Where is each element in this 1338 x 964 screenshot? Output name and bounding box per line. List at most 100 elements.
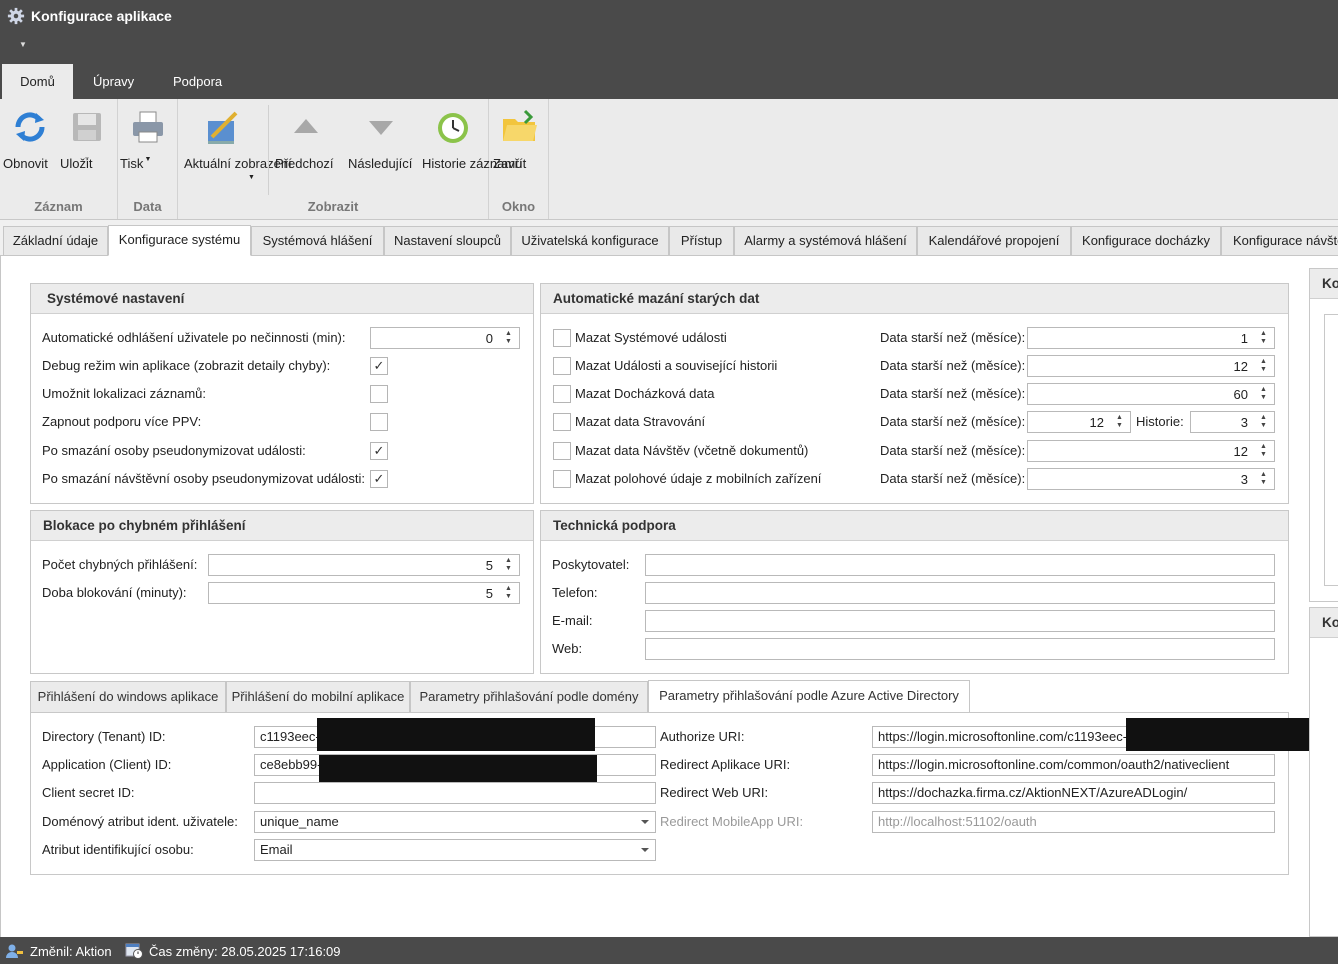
debug-mode-checkbox[interactable]: ✓ bbox=[370, 357, 388, 375]
person-attribute-label: Atribut identifikující osobu: bbox=[42, 842, 194, 857]
older-than-spinner[interactable]: 12 ▲ ▼ bbox=[1027, 440, 1275, 462]
ribbon-tab-edit[interactable]: Úpravy bbox=[77, 64, 150, 99]
close-button[interactable]: Zavřít bbox=[493, 103, 545, 171]
older-than-spinner[interactable]: 12 ▲ ▼ bbox=[1027, 355, 1275, 377]
system-settings-title: Systémové nastavení bbox=[31, 284, 533, 314]
phone-input[interactable] bbox=[645, 582, 1275, 604]
debug-mode-label: Debug režim win aplikace (zobrazit detai… bbox=[42, 358, 331, 373]
save-icon bbox=[73, 113, 101, 141]
chevron-down-icon[interactable] bbox=[641, 848, 649, 852]
older-than-spinner[interactable]: 60 ▲ ▼ bbox=[1027, 383, 1275, 405]
domain-attribute-select[interactable]: unique_name bbox=[254, 811, 656, 833]
tab-basic-data[interactable]: Základní údaje bbox=[3, 226, 108, 256]
history-button[interactable]: Historie záznamu bbox=[422, 103, 522, 171]
title-bar: Konfigurace aplikace ▼ bbox=[0, 0, 1338, 64]
view-edit-icon bbox=[208, 111, 238, 144]
spinner-arrows-icon[interactable]: ▲ ▼ bbox=[1260, 330, 1268, 346]
tab-column-settings[interactable]: Nastavení sloupců bbox=[384, 226, 511, 256]
previous-button[interactable]: Předchozí bbox=[275, 103, 337, 171]
changed-at-text: Čas změny: 28.05.2025 17:16:09 bbox=[149, 944, 341, 959]
older-than-label: Data starší než (měsíce): bbox=[880, 471, 1026, 486]
older-than-spinner[interactable]: 3 ▲ ▼ bbox=[1027, 468, 1275, 490]
client-secret-input[interactable] bbox=[254, 782, 656, 804]
person-attribute-select[interactable]: Email bbox=[254, 839, 656, 861]
older-than-value: 12 bbox=[1233, 359, 1248, 374]
pseudonymize-person-checkbox[interactable]: ✓ bbox=[370, 442, 388, 460]
multi-ppv-label: Zapnout podporu více PPV: bbox=[42, 414, 202, 429]
domain-attribute-label: Doménový atribut ident. uživatele: bbox=[42, 814, 238, 829]
tab-system-messages[interactable]: Systémová hlášení bbox=[251, 226, 384, 256]
older-than-label: Data starší než (měsíce): bbox=[880, 443, 1026, 458]
phone-label: Telefon: bbox=[552, 585, 598, 600]
chevron-down-icon[interactable] bbox=[641, 820, 649, 824]
localization-checkbox[interactable] bbox=[370, 385, 388, 403]
auto-delete-label: Mazat data Návštěv (včetně dokumentů) bbox=[575, 443, 809, 458]
ribbon-group-window: Zavřít Okno bbox=[489, 99, 549, 219]
tab-mobile-login[interactable]: Přihlášení do mobilní aplikace bbox=[226, 681, 410, 713]
spinner-arrows-icon[interactable]: ▲ ▼ bbox=[505, 557, 513, 573]
spinner-arrows-icon[interactable]: ▲ ▼ bbox=[1260, 443, 1268, 459]
spinner-arrows-icon[interactable]: ▲ ▼ bbox=[505, 330, 513, 346]
quick-access-dropdown[interactable]: ▼ bbox=[19, 40, 27, 49]
older-than-value: 60 bbox=[1233, 387, 1248, 402]
save-button[interactable]: Uložit ▼ bbox=[60, 103, 114, 171]
ribbon-separator bbox=[268, 105, 269, 195]
ribbon-tab-home[interactable]: Domů bbox=[2, 64, 73, 99]
redaction-bar bbox=[317, 718, 595, 751]
auto-delete-checkbox[interactable] bbox=[553, 385, 571, 403]
right-panel-top-title: Ko bbox=[1310, 269, 1338, 299]
window-title: Konfigurace aplikace bbox=[31, 8, 172, 24]
client-secret-label: Client secret ID: bbox=[42, 785, 135, 800]
pseudonymize-visitor-label: Po smazání návštěvní osoby pseudonymizov… bbox=[42, 471, 366, 486]
auto-delete-checkbox[interactable] bbox=[553, 470, 571, 488]
spinner-arrows-icon[interactable]: ▲ ▼ bbox=[1260, 414, 1268, 430]
auto-delete-checkbox[interactable] bbox=[553, 357, 571, 375]
tab-windows-login[interactable]: Přihlášení do windows aplikace bbox=[30, 681, 226, 713]
failed-attempts-spinner[interactable]: 5 ▲ ▼ bbox=[208, 554, 520, 576]
tab-visit-config[interactable]: Konfigurace návště bbox=[1221, 226, 1338, 256]
spinner-arrows-icon[interactable]: ▲ ▼ bbox=[505, 585, 513, 601]
auto-logout-spinner[interactable]: 0 ▲ ▼ bbox=[370, 327, 520, 349]
refresh-button[interactable]: Obnovit bbox=[3, 103, 57, 171]
tenant-id-label: Directory (Tenant) ID: bbox=[42, 729, 166, 744]
older-than-spinner[interactable]: 1 ▲ ▼ bbox=[1027, 327, 1275, 349]
ribbon-tab-support[interactable]: Podpora bbox=[157, 64, 238, 99]
spinner-arrows-icon[interactable]: ▲ ▼ bbox=[1260, 358, 1268, 374]
refresh-label: Obnovit bbox=[3, 156, 48, 171]
multi-ppv-checkbox[interactable] bbox=[370, 413, 388, 431]
current-view-button[interactable]: Aktuální zobrazení bbox=[184, 103, 292, 171]
tab-domain-login[interactable]: Parametry přihlašování podle domény bbox=[410, 681, 648, 713]
tab-system-config[interactable]: Konfigurace systému bbox=[108, 225, 251, 256]
email-input[interactable] bbox=[645, 610, 1275, 632]
block-duration-spinner[interactable]: 5 ▲ ▼ bbox=[208, 582, 520, 604]
redirect-app-uri-input[interactable]: https://login.microsoftonline.com/common… bbox=[872, 754, 1275, 776]
auto-delete-checkbox[interactable] bbox=[553, 329, 571, 347]
spinner-arrows-icon[interactable]: ▲ ▼ bbox=[1260, 386, 1268, 402]
next-button[interactable]: Následující bbox=[348, 103, 414, 171]
tab-azure-login[interactable]: Parametry přihlašování podle Azure Activ… bbox=[648, 680, 970, 713]
older-than-value: 1 bbox=[1240, 331, 1248, 346]
older-than-spinner[interactable]: 12 ▲ ▼ bbox=[1027, 411, 1131, 433]
tab-calendar-link[interactable]: Kalendářové propojení bbox=[917, 226, 1071, 256]
redirect-mobile-uri-input[interactable]: http://localhost:51102/oauth bbox=[872, 811, 1275, 833]
history-spinner[interactable]: 3 ▲ ▼ bbox=[1190, 411, 1275, 433]
pseudonymize-visitor-checkbox[interactable]: ✓ bbox=[370, 470, 388, 488]
tab-access[interactable]: Přístup bbox=[669, 226, 734, 256]
web-input[interactable] bbox=[645, 638, 1275, 660]
tab-attendance-config[interactable]: Konfigurace docházky bbox=[1071, 226, 1221, 256]
print-button[interactable]: Tisk ▼ bbox=[120, 103, 176, 171]
provider-input[interactable] bbox=[645, 554, 1275, 576]
ribbon-group-view: Aktuální zobrazení ▼ Předchozí Následují… bbox=[178, 99, 522, 219]
tab-user-config[interactable]: Uživatelská konfigurace bbox=[511, 226, 669, 256]
close-label: Zavřít bbox=[493, 156, 527, 171]
redirect-web-uri-input[interactable]: https://dochazka.firma.cz/AktionNEXT/Azu… bbox=[872, 782, 1275, 804]
older-than-label: Data starší než (měsíce): bbox=[880, 358, 1026, 373]
tab-alarms[interactable]: Alarmy a systémová hlášení bbox=[734, 226, 917, 256]
previous-label: Předchozí bbox=[275, 156, 334, 171]
spinner-arrows-icon[interactable]: ▲ ▼ bbox=[1260, 471, 1268, 487]
redirect-app-uri-label: Redirect Aplikace URI: bbox=[660, 757, 791, 772]
auto-delete-checkbox[interactable] bbox=[553, 442, 571, 460]
auto-delete-checkbox[interactable] bbox=[553, 413, 571, 431]
spinner-arrows-icon[interactable]: ▲ ▼ bbox=[1116, 414, 1124, 430]
redirect-mobile-uri-label: Redirect MobileApp URI: bbox=[660, 814, 804, 829]
